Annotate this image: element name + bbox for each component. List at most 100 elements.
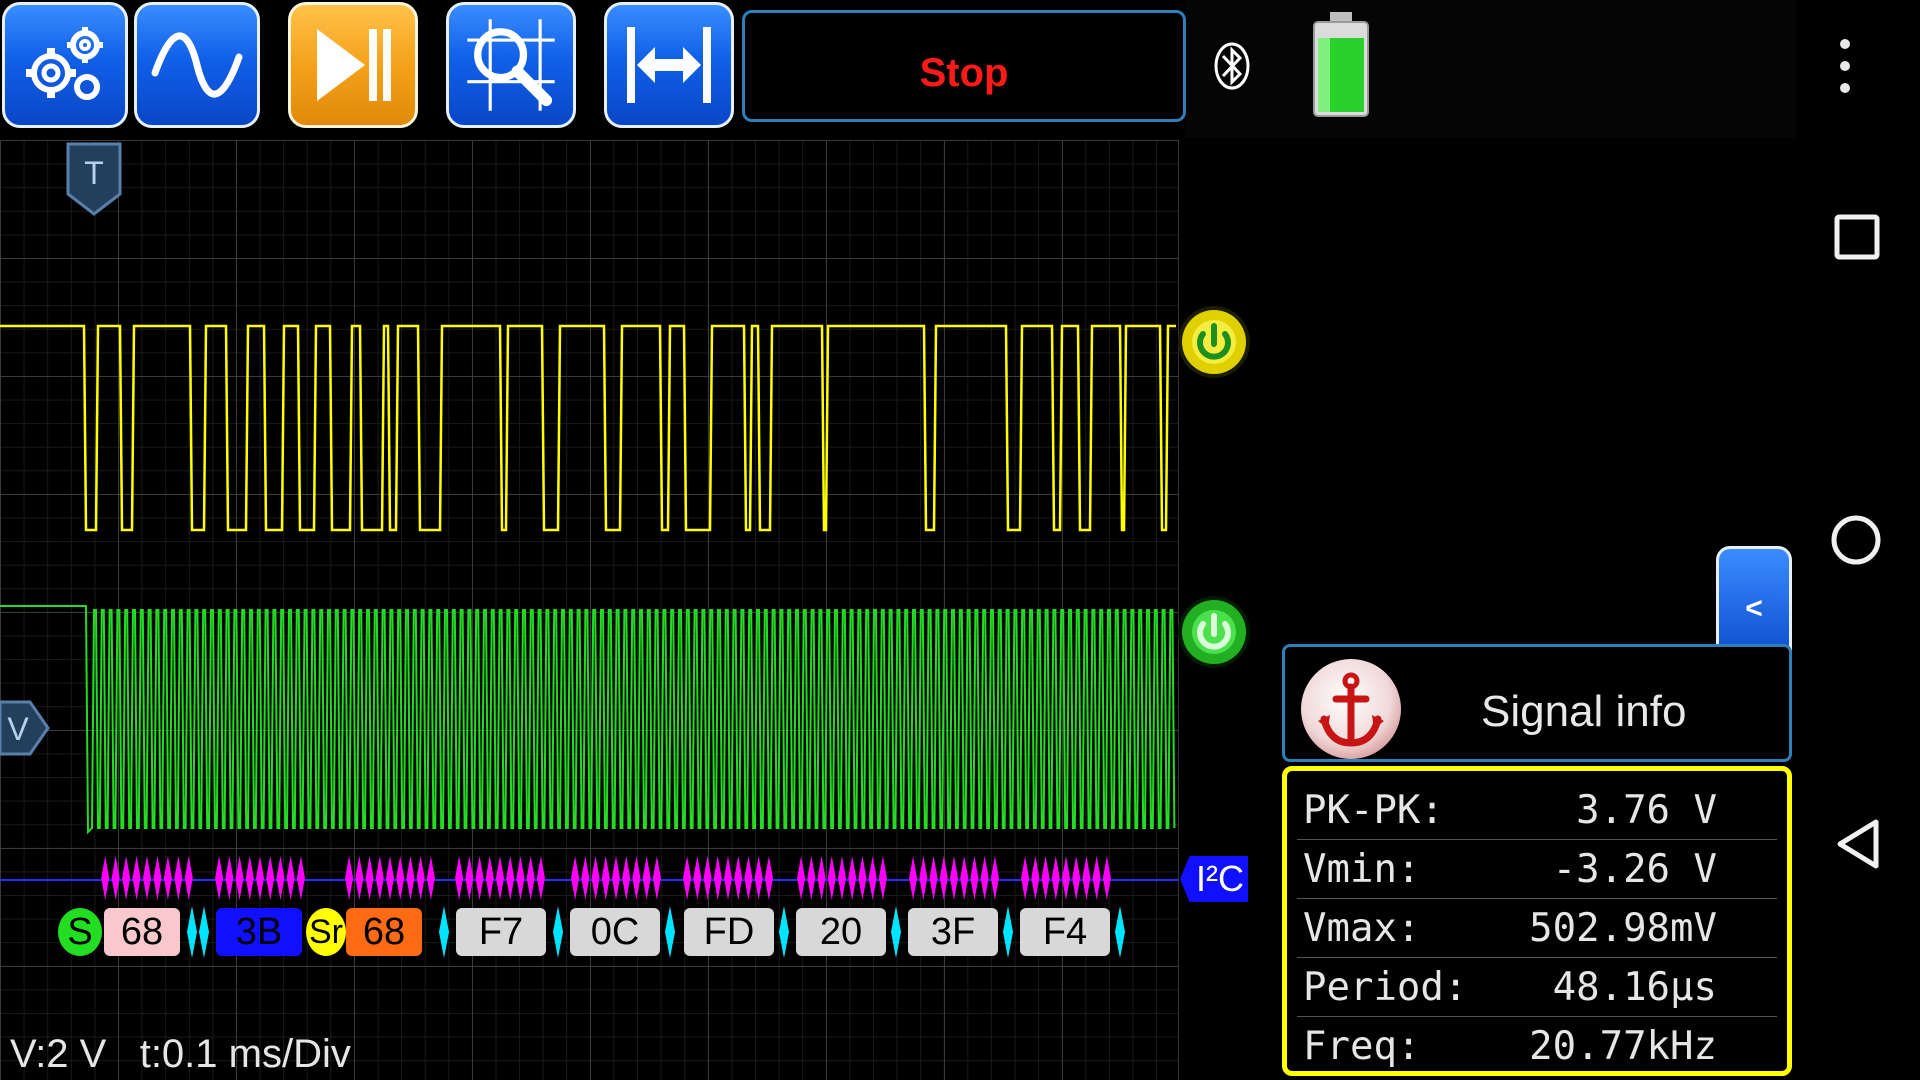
magnifier-cursor-icon: [467, 19, 555, 111]
voltage-marker-label: V: [7, 711, 29, 747]
decode-ack-marker: [1003, 906, 1013, 958]
decode-byte: 68: [346, 908, 422, 956]
decode-bit-marker: [455, 856, 464, 900]
decode-ack-marker: [199, 906, 209, 958]
stat-vmin: Vmin: -3.26 V: [1297, 840, 1777, 899]
stop-button[interactable]: Stop: [742, 10, 1186, 122]
decode-bit-marker: [909, 856, 918, 900]
decode-bit-marker: [980, 856, 989, 900]
decode-bit-marker: [406, 856, 415, 900]
trigger-marker-label: T: [84, 155, 104, 191]
decode-bit-marker: [386, 856, 394, 900]
decode-bit-marker: [153, 856, 162, 900]
decode-ack-marker: [187, 906, 197, 958]
decode-bit-marker: [296, 856, 305, 900]
decode-bit-marker: [878, 856, 887, 900]
stat-vmax: Vmax: 502.98mV: [1297, 899, 1777, 958]
time-per-div: t:0.1 ms/Div: [139, 1032, 351, 1076]
decode-bit-marker: [601, 856, 610, 900]
decode-byte: 68: [104, 908, 180, 956]
anchor-icon: [1318, 672, 1384, 747]
decode-bit-marker: [375, 856, 384, 900]
stat-freq: Freq: 20.77kHz: [1297, 1017, 1777, 1071]
decode-bit-marker: [426, 856, 435, 900]
decode-bit-marker: [111, 856, 120, 900]
decode-bit-marker: [132, 856, 141, 900]
decode-byte: 20: [796, 908, 886, 956]
recents-square-icon[interactable]: [1834, 214, 1880, 260]
home-circle-icon[interactable]: [1830, 514, 1882, 566]
decode-bit-marker: [734, 856, 743, 900]
channel2-trace: [0, 605, 1176, 835]
channel1-power-button[interactable]: [1176, 304, 1252, 380]
decode-bit-marker: [1041, 856, 1050, 900]
signal-info-header[interactable]: Signal info: [1282, 644, 1792, 762]
decode-ack-marker: [665, 906, 675, 958]
decode-bit-marker: [526, 856, 535, 900]
settings-button[interactable]: [2, 2, 128, 128]
decode-bit-marker: [225, 856, 234, 900]
overflow-menu-icon[interactable]: [1830, 36, 1860, 96]
decode-bit-marker: [724, 856, 732, 900]
decode-byte: 3B: [216, 908, 302, 956]
voltage-marker[interactable]: V: [0, 700, 50, 756]
decode-bit-marker: [506, 856, 515, 900]
decode-bit-marker: [465, 856, 474, 900]
decode-byte: F4: [1020, 908, 1110, 956]
stop-label: Stop: [919, 50, 1009, 95]
waveform-button[interactable]: [134, 2, 260, 128]
back-triangle-icon[interactable]: [1834, 818, 1882, 870]
trigger-marker[interactable]: T: [66, 142, 122, 216]
decode-bit-marker: [536, 856, 545, 900]
horizontal-fit-icon: [627, 27, 711, 103]
decode-bit-marker: [496, 856, 504, 900]
decode-bit-marker: [355, 856, 364, 900]
i2c-bus-tag[interactable]: I²C: [1180, 856, 1248, 902]
decode-bit-marker: [122, 856, 131, 900]
collapse-icon: <: [1745, 592, 1763, 625]
decode-bit-marker: [939, 856, 948, 900]
decode-bit-marker: [827, 856, 836, 900]
run-pause-button[interactable]: [288, 2, 418, 128]
fit-horizontal-button[interactable]: [604, 2, 734, 128]
decode-bit-marker: [744, 856, 753, 900]
decode-bit-marker: [693, 856, 702, 900]
decode-bit-marker: [475, 856, 484, 900]
decode-bit-marker: [754, 856, 763, 900]
decode-bit-marker: [652, 856, 661, 900]
decode-bit-marker: [622, 856, 631, 900]
decode-bit-marker: [1082, 856, 1091, 900]
decode-bit-marker: [256, 856, 264, 900]
decode-bit-marker: [929, 856, 938, 900]
decode-ack-marker: [1115, 906, 1125, 958]
signal-stats-panel: PK-PK: 3.76 V Vmin: -3.26 V Vmax: 502.98mV …: [1282, 766, 1792, 1076]
decode-bit-marker: [1072, 856, 1081, 900]
decode-byte: FD: [684, 908, 774, 956]
channel1-trace: [0, 324, 1176, 532]
decode-bit-marker: [848, 856, 857, 900]
anchor-button[interactable]: [1301, 659, 1401, 759]
decode-bit-marker: [416, 856, 425, 900]
channel2-power-button[interactable]: [1176, 594, 1252, 670]
decode-bit-marker: [163, 856, 172, 900]
decode-bit-marker: [1021, 856, 1030, 900]
decode-bit-marker: [591, 856, 600, 900]
stat-period: Period: 48.16µs: [1297, 958, 1777, 1017]
decode-start: S: [58, 908, 102, 956]
battery-icon: [1313, 12, 1369, 117]
play-pause-icon: [317, 29, 391, 101]
i2c-bus-label: I²C: [1196, 858, 1244, 899]
decode-ack-marker: [779, 906, 789, 958]
measure-cursor-button[interactable]: [446, 2, 576, 128]
decode-repeated-start: Sr: [306, 908, 346, 956]
decode-bit-marker: [345, 856, 354, 900]
decode-bit-marker: [174, 856, 183, 900]
decode-bit-marker: [703, 856, 712, 900]
decode-bit-marker: [683, 856, 692, 900]
decode-bit-marker: [266, 856, 275, 900]
bluetooth-icon: [1214, 42, 1250, 90]
gears-icon: [26, 27, 103, 100]
decode-bit-marker: [919, 856, 928, 900]
decode-bit-marker: [797, 856, 806, 900]
decode-bit-marker: [245, 856, 254, 900]
